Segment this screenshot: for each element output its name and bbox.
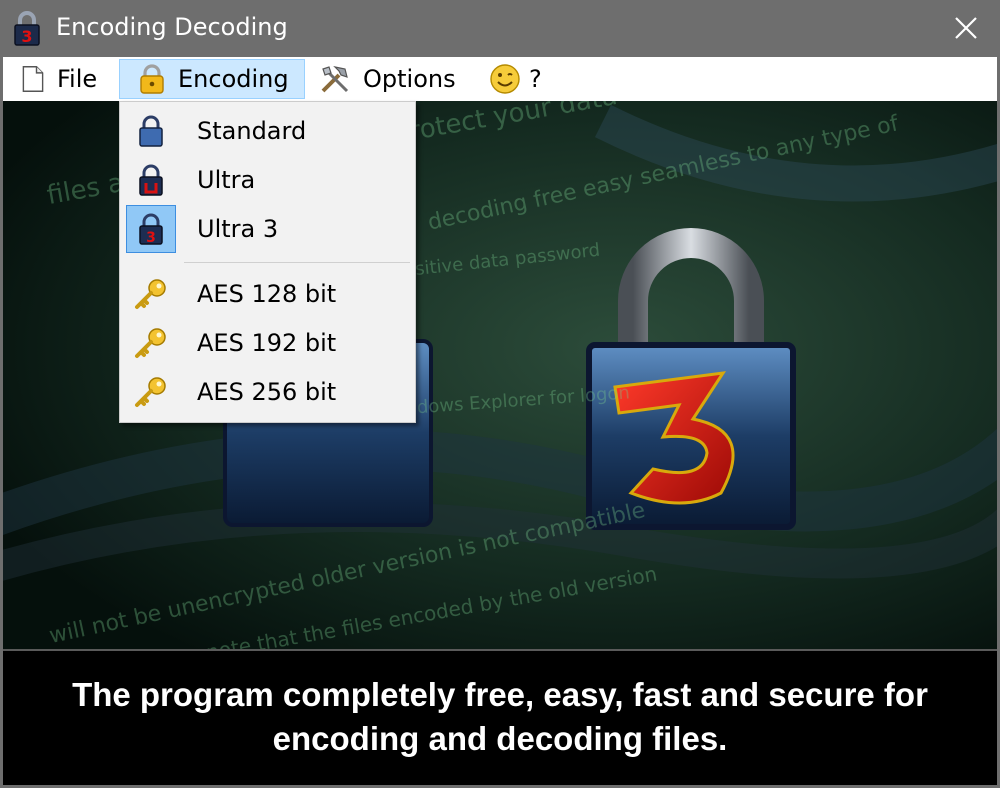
menu-item-aes-128-label: AES 128 bit	[197, 280, 337, 308]
footer-line-2: encoding and decoding files.	[272, 720, 728, 757]
key-icon	[125, 369, 177, 415]
window-title: Encoding Decoding	[56, 13, 288, 41]
menu-separator	[184, 262, 410, 263]
lock-3-icon: 3	[126, 205, 176, 253]
menu-encoding[interactable]: Encoding	[119, 59, 305, 99]
menu-options-label: Options	[363, 65, 456, 93]
menu-item-standard[interactable]: Standard	[123, 108, 412, 154]
menu-item-ultra-label: Ultra	[197, 166, 256, 194]
menu-bar: File Encoding Options ?	[3, 57, 997, 101]
menu-file-label: File	[57, 65, 98, 93]
smiley-icon	[490, 64, 520, 94]
menu-item-aes-256[interactable]: AES 256 bit	[123, 369, 412, 415]
menu-help[interactable]: ?	[489, 59, 557, 99]
app-lock-icon: 3	[14, 11, 40, 46]
key-icon	[125, 271, 177, 317]
menu-item-ultra-3-label: Ultra 3	[197, 215, 279, 243]
menu-item-aes-192-label: AES 192 bit	[197, 329, 337, 357]
tools-icon	[321, 66, 349, 93]
blue-lock-icon	[125, 108, 177, 154]
menu-item-aes-192[interactable]: AES 192 bit	[123, 320, 412, 366]
menu-item-aes-256-label: AES 256 bit	[197, 378, 337, 406]
menu-item-ultra-3[interactable]: 3 Ultra 3	[123, 205, 412, 253]
key-icon	[125, 320, 177, 366]
menu-file[interactable]: File	[17, 59, 117, 99]
svg-text:3: 3	[146, 230, 156, 245]
lock-icon	[140, 64, 164, 94]
footer-line-1: The program completely free, easy, fast …	[72, 676, 928, 713]
menu-item-aes-128[interactable]: AES 128 bit	[123, 271, 412, 317]
svg-text:3: 3	[21, 27, 32, 46]
document-icon	[22, 66, 44, 92]
footer-text: The program completely free, easy, fast …	[3, 673, 997, 761]
menu-item-standard-label: Standard	[197, 117, 307, 145]
footer-banner: The program completely free, easy, fast …	[3, 649, 997, 785]
app-window: 3 Encoding Decoding File Encoding Option…	[0, 0, 1000, 788]
menu-help-label: ?	[529, 65, 542, 93]
encoding-dropdown-menu: Standard Ultra 3 Ultra 3 AES 128 bit AES…	[119, 101, 416, 423]
menu-options[interactable]: Options	[319, 59, 469, 99]
menu-encoding-label: Encoding	[178, 65, 289, 93]
red-lock-icon	[125, 157, 177, 203]
close-icon	[955, 17, 977, 39]
title-bar[interactable]: 3 Encoding Decoding	[0, 0, 1000, 56]
close-button[interactable]	[948, 10, 984, 46]
menu-item-ultra[interactable]: Ultra	[123, 157, 412, 203]
